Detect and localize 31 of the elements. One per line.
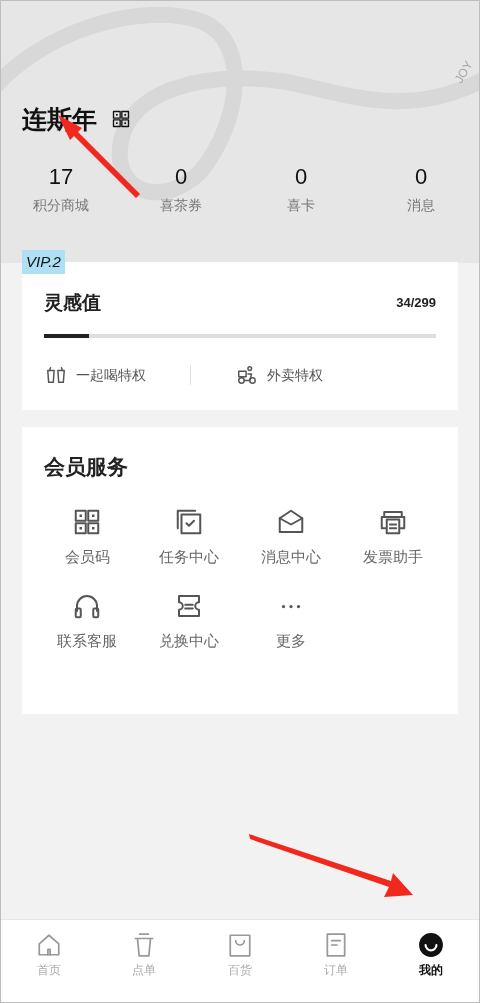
section-title: 会员服务 xyxy=(44,454,129,480)
service-label[interactable]: 更多 xyxy=(276,631,306,651)
scooter-icon xyxy=(235,364,259,386)
stat-label[interactable]: 喜卡 xyxy=(287,195,315,215)
cups-icon xyxy=(44,364,68,386)
card-title: 灵感值 xyxy=(44,291,101,315)
service-label[interactable]: 发票助手 xyxy=(363,547,423,567)
smiley-icon xyxy=(418,932,445,958)
checklist-icon xyxy=(174,507,204,537)
service-label[interactable]: 会员码 xyxy=(64,547,110,567)
stat-value[interactable]: 17 xyxy=(48,163,74,191)
stat-value[interactable]: 0 xyxy=(414,163,428,191)
shopping-bag-icon xyxy=(227,932,253,958)
qr-code-icon xyxy=(72,507,102,537)
level-reading: 34/299 xyxy=(396,294,436,313)
stat-label[interactable]: 喜茶券 xyxy=(160,195,202,215)
service-label[interactable]: 联系客服 xyxy=(57,631,117,651)
privilege-link[interactable]: 外卖特权 xyxy=(267,364,323,386)
stat-value[interactable]: 0 xyxy=(174,163,188,191)
more-icon xyxy=(281,603,301,609)
home-icon xyxy=(35,932,62,958)
service-label[interactable]: 兑换中心 xyxy=(159,631,219,651)
stat-label[interactable]: 积分商城 xyxy=(33,195,89,215)
vip-badge: VIP.2 xyxy=(22,250,65,274)
stat-value[interactable]: 0 xyxy=(294,163,308,191)
service-label[interactable]: 任务中心 xyxy=(159,547,219,567)
tab-item[interactable]: 我的 xyxy=(383,932,479,982)
qr-code-icon[interactable] xyxy=(111,109,131,129)
privilege-link[interactable]: 一起喝特权 xyxy=(76,364,146,386)
stat-label[interactable]: 消息 xyxy=(407,195,435,215)
service-label[interactable]: 消息中心 xyxy=(261,547,321,567)
